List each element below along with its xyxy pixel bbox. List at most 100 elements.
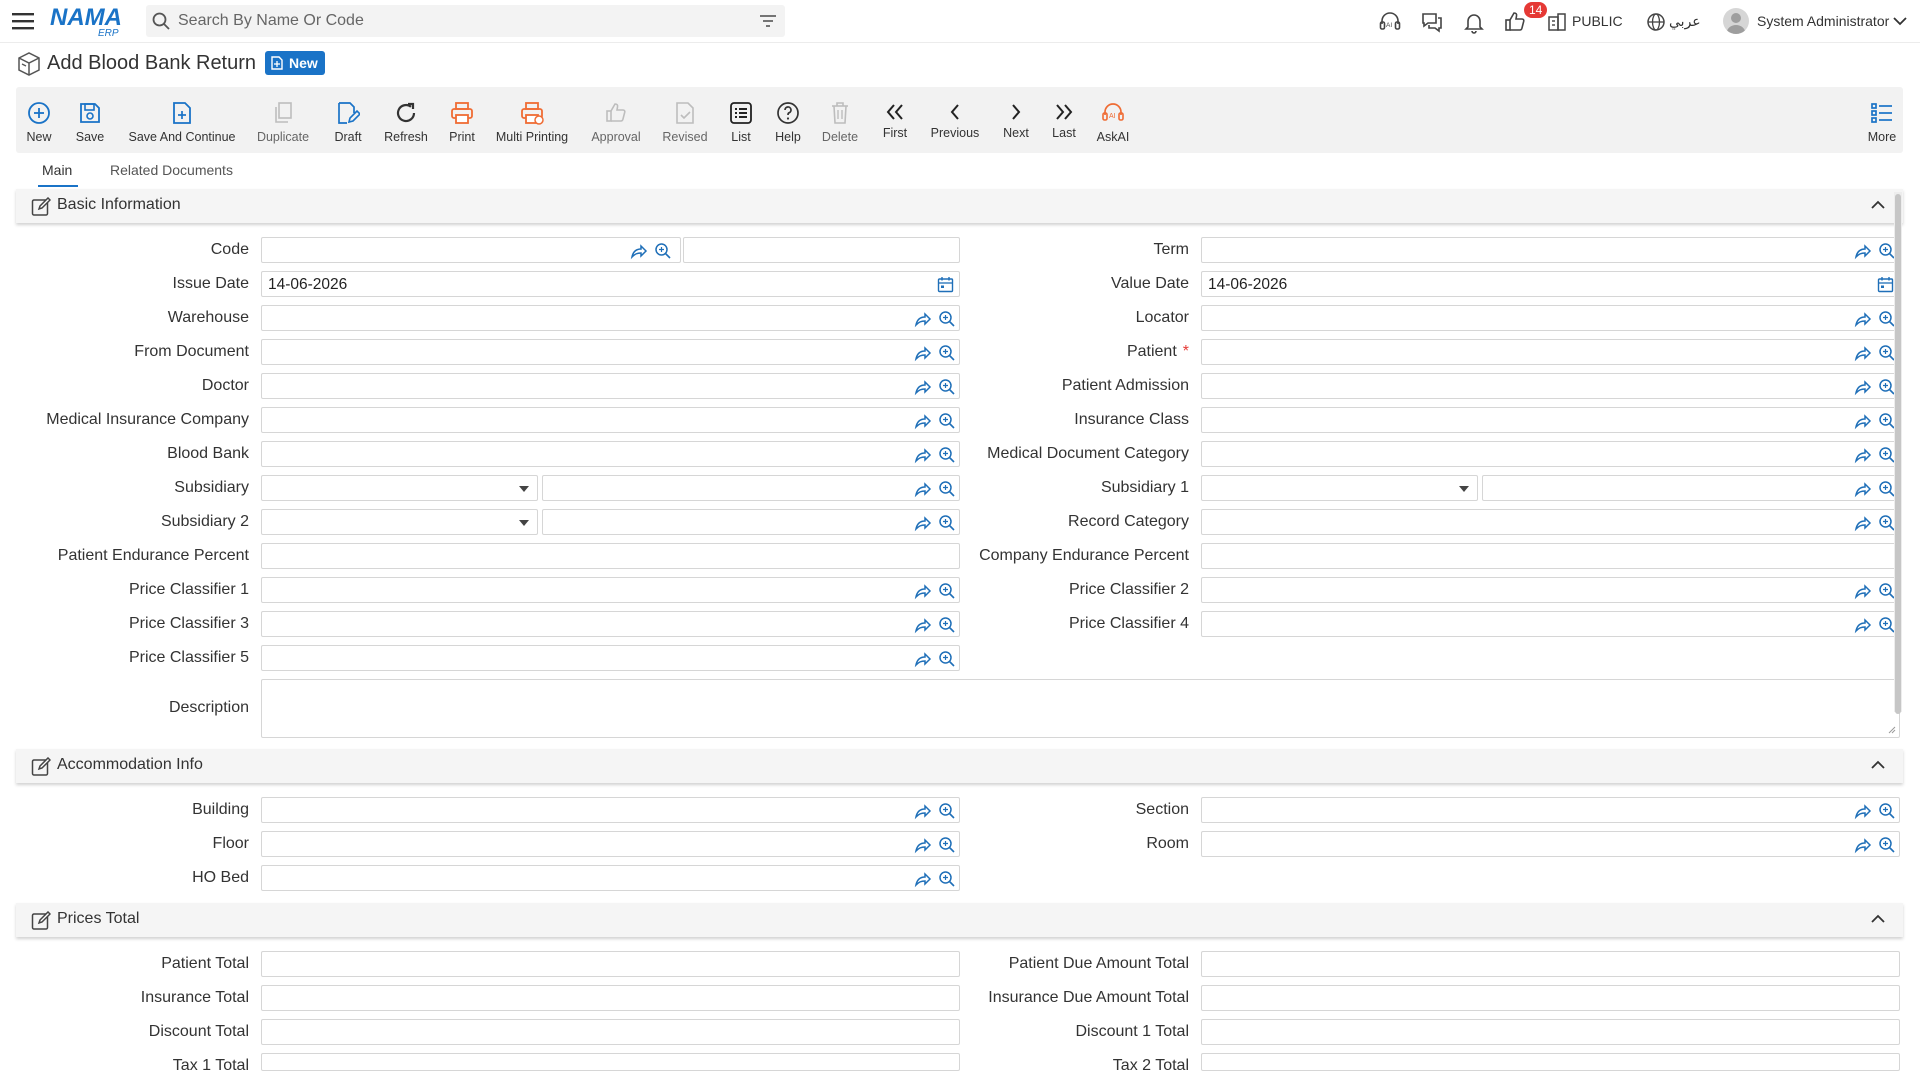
price-classifier-2-input[interactable]	[1201, 577, 1900, 603]
price-classifier-5-input[interactable]	[261, 645, 960, 671]
share-icon[interactable]	[914, 412, 932, 430]
description-textarea[interactable]	[261, 679, 1900, 738]
section-header-accommodation-info[interactable]: Accommodation Info	[16, 749, 1903, 783]
language-switch[interactable]: عربي	[1669, 13, 1701, 30]
search-zoom-icon[interactable]	[938, 446, 956, 464]
section-header-prices-total[interactable]: Prices Total	[16, 903, 1903, 937]
share-icon[interactable]	[1854, 344, 1872, 362]
filter-icon[interactable]	[759, 13, 777, 29]
patient-endurance-percent-input[interactable]	[261, 543, 960, 569]
approval-button[interactable]: Approval	[588, 87, 644, 153]
share-icon[interactable]	[1854, 412, 1872, 430]
askai-button[interactable]: AI AskAI	[1094, 87, 1132, 153]
record-category-input[interactable]	[1201, 509, 1900, 535]
search-zoom-icon[interactable]	[938, 836, 956, 854]
draft-button[interactable]: Draft	[330, 87, 366, 153]
print-button[interactable]: Print	[445, 87, 479, 153]
subsidiary-1-select[interactable]	[1201, 475, 1478, 501]
chevron-up-icon[interactable]	[1871, 200, 1885, 210]
share-icon[interactable]	[914, 446, 932, 464]
share-icon[interactable]	[1854, 378, 1872, 396]
share-icon[interactable]	[914, 378, 932, 396]
tab-main[interactable]: Main	[42, 162, 72, 178]
share-icon[interactable]	[1854, 802, 1872, 820]
discount-1-total-input[interactable]	[1201, 1019, 1900, 1045]
share-icon[interactable]	[914, 480, 932, 498]
search-zoom-icon[interactable]	[938, 344, 956, 362]
building-input[interactable]	[261, 797, 960, 823]
search-input[interactable]	[178, 5, 738, 37]
price-classifier-3-input[interactable]	[261, 611, 960, 637]
bell-icon[interactable]	[1462, 10, 1486, 34]
refresh-button[interactable]: Refresh	[381, 87, 431, 153]
section-header-basic-information[interactable]: Basic Information	[16, 189, 1903, 223]
blood-bank-input[interactable]	[261, 441, 960, 467]
next-button[interactable]: Next	[1001, 87, 1031, 153]
scrollbar-thumb[interactable]	[1895, 194, 1901, 714]
price-classifier-4-input[interactable]	[1201, 611, 1900, 637]
chevron-down-icon[interactable]	[1893, 16, 1917, 40]
subsidiary-value-input[interactable]	[542, 475, 960, 501]
search-zoom-icon[interactable]	[938, 310, 956, 328]
delete-button[interactable]: Delete	[820, 87, 860, 153]
tax-2-total-input[interactable]	[1201, 1053, 1900, 1071]
tab-related-documents[interactable]: Related Documents	[110, 162, 233, 178]
share-icon[interactable]	[914, 514, 932, 532]
medical-document-category-input[interactable]	[1201, 441, 1900, 467]
search-zoom-icon[interactable]	[938, 378, 956, 396]
share-icon[interactable]	[1854, 582, 1872, 600]
medical-insurance-company-input[interactable]	[261, 407, 960, 433]
new-button[interactable]: New	[24, 87, 54, 153]
search-icon[interactable]	[152, 12, 170, 30]
company-endurance-percent-input[interactable]	[1201, 543, 1900, 569]
search-zoom-icon[interactable]	[1878, 836, 1896, 854]
share-icon[interactable]	[914, 870, 932, 888]
list-button[interactable]: List	[727, 87, 755, 153]
from-document-input[interactable]	[261, 339, 960, 365]
share-icon[interactable]	[1854, 514, 1872, 532]
ai-headset-icon[interactable]: AI	[1378, 10, 1402, 34]
save-button[interactable]: Save	[73, 87, 107, 153]
code-name-field[interactable]	[683, 237, 960, 263]
price-classifier-1-input[interactable]	[261, 577, 960, 603]
logo[interactable]: NAMA ERP	[48, 3, 132, 37]
share-icon[interactable]	[914, 802, 932, 820]
code-input[interactable]	[261, 237, 681, 263]
subsidiary-2-value-input[interactable]	[542, 509, 960, 535]
search-zoom-icon[interactable]	[938, 480, 956, 498]
share-icon[interactable]	[914, 310, 932, 328]
chevron-up-icon[interactable]	[1871, 760, 1885, 770]
save-and-continue-button[interactable]: Save And Continue	[128, 87, 236, 153]
share-icon[interactable]	[630, 242, 648, 260]
user-avatar[interactable]	[1723, 8, 1749, 34]
warehouse-input[interactable]	[261, 305, 960, 331]
more-button[interactable]: More	[1867, 87, 1897, 153]
term-input[interactable]	[1201, 237, 1900, 263]
share-icon[interactable]	[1854, 242, 1872, 260]
share-icon[interactable]	[914, 344, 932, 362]
share-icon[interactable]	[1854, 836, 1872, 854]
chat-icon[interactable]	[1420, 10, 1444, 34]
floor-input[interactable]	[261, 831, 960, 857]
patient-due-amount-total-input[interactable]	[1201, 951, 1900, 977]
tax-1-total-input[interactable]	[261, 1053, 960, 1071]
subsidiary-1-value-input[interactable]	[1482, 475, 1900, 501]
search-zoom-icon[interactable]	[938, 802, 956, 820]
patient-total-input[interactable]	[261, 951, 960, 977]
thumbs-up-icon[interactable]	[1503, 10, 1527, 34]
search-zoom-icon[interactable]	[938, 514, 956, 532]
search-zoom-icon[interactable]	[938, 412, 956, 430]
patient-admission-input[interactable]	[1201, 373, 1900, 399]
resize-handle-icon[interactable]	[1888, 726, 1896, 734]
share-icon[interactable]	[1854, 446, 1872, 464]
search-zoom-icon[interactable]	[938, 616, 956, 634]
ho-bed-input[interactable]	[261, 865, 960, 891]
search-zoom-icon[interactable]	[938, 650, 956, 668]
duplicate-button[interactable]: Duplicate	[256, 87, 310, 153]
share-icon[interactable]	[914, 836, 932, 854]
patient-input[interactable]	[1201, 339, 1900, 365]
building-icon[interactable]	[1547, 12, 1571, 36]
share-icon[interactable]	[1854, 480, 1872, 498]
calendar-icon[interactable]	[1877, 276, 1894, 293]
help-button[interactable]: Help	[773, 87, 803, 153]
